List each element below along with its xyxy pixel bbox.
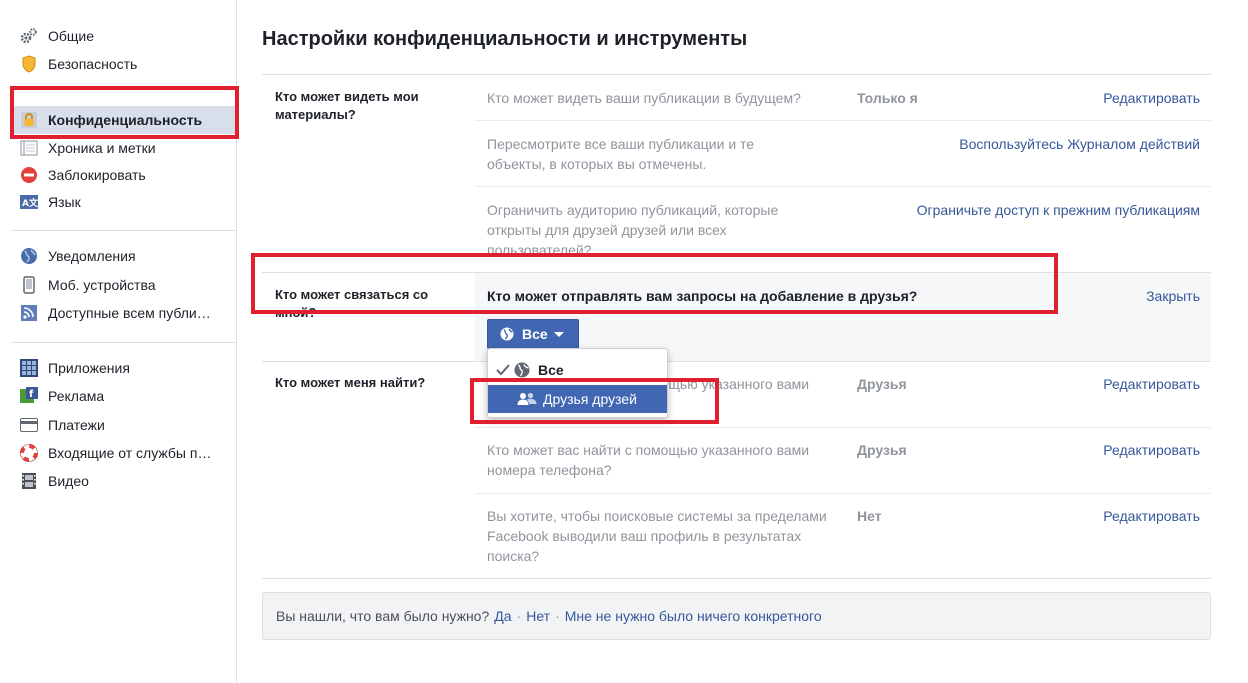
sidebar-item-mobile[interactable]: Моб. устройства (11, 271, 236, 299)
edit-button[interactable]: Редактировать (1103, 508, 1200, 524)
apps-icon (20, 359, 38, 377)
section-divider (262, 74, 1211, 75)
row-value: Только я (857, 90, 918, 106)
gear-icon (20, 27, 38, 45)
row-question: Вы хотите, чтобы поисковые системы за пр… (487, 508, 827, 564)
row-question: Пересмотрите все ваши публикации и те об… (487, 136, 755, 172)
sidebar-item-label: Безопасность (48, 56, 138, 72)
feedback-no-link[interactable]: Нет (526, 608, 550, 624)
row-question: Ограничить аудиторию публикаций, которые… (487, 202, 779, 256)
globe-icon (20, 247, 38, 265)
sidebar-item-label: Общие (48, 28, 95, 44)
row-divider (475, 186, 1211, 187)
ads-icon: f (20, 387, 38, 405)
language-icon: A文 (20, 193, 38, 211)
friends-icon (517, 392, 537, 405)
dropdown-option-friends-of-friends[interactable]: Друзья друзей (488, 385, 667, 413)
block-icon (20, 166, 38, 184)
feedback-bar: Вы нашли, что вам было нужно? Да · Нет ·… (262, 592, 1211, 640)
settings-sidebar: Общие Безопасность Конфиденциальность Хр… (0, 0, 237, 683)
lifebuoy-icon (20, 444, 38, 462)
close-button[interactable]: Закрыть (1146, 288, 1200, 304)
dropdown-option-label: Друзья друзей (543, 391, 637, 407)
section-divider (262, 361, 1211, 362)
sidebar-item-general[interactable]: Общие (11, 22, 236, 50)
timeline-icon (20, 139, 38, 157)
row-value: Друзья (857, 442, 907, 458)
globe-icon (500, 327, 514, 341)
row-divider (475, 427, 1211, 428)
section-label-visibility: Кто может видеть мои материалы? (275, 89, 419, 122)
sidebar-item-video[interactable]: Видео (11, 467, 236, 495)
mobile-icon (20, 276, 38, 294)
sidebar-item-payments[interactable]: Платежи (11, 411, 236, 439)
sidebar-item-block[interactable]: Заблокировать (11, 161, 236, 189)
sidebar-item-label: Конфиденциальность (48, 112, 203, 128)
sidebar-item-label: Доступные всем публи… (48, 305, 211, 321)
row-value: Нет (857, 508, 882, 524)
limit-past-posts-link[interactable]: Ограничьте доступ к прежним публикациям (917, 202, 1200, 218)
check-icon (496, 364, 510, 376)
sidebar-divider (11, 230, 236, 231)
audience-selector-label: Все (522, 326, 548, 342)
sidebar-divider (11, 342, 236, 343)
row-question: Кто может видеть ваши публикации в будущ… (487, 90, 801, 106)
edit-button[interactable]: Редактировать (1103, 376, 1200, 392)
sidebar-item-label: Заблокировать (48, 167, 146, 183)
sidebar-item-label: Приложения (48, 360, 130, 376)
sidebar-item-label: Язык (48, 194, 81, 210)
audience-selector[interactable]: Все (487, 319, 579, 349)
sidebar-item-label: Видео (48, 473, 89, 489)
page-title: Настройки конфиденциальности и инструмен… (262, 28, 748, 50)
section-label-find: Кто может меня найти? (275, 375, 426, 390)
sidebar-item-public-posts[interactable]: Доступные всем публи… (11, 299, 236, 327)
sidebar-item-ads[interactable]: f Реклама (11, 382, 236, 410)
sidebar-item-privacy[interactable]: Конфиденциальность (11, 106, 236, 134)
svg-text:f: f (29, 389, 34, 400)
row-divider (475, 120, 1211, 121)
audience-dropdown: Все Друзья друзей (487, 348, 668, 418)
sidebar-item-label: Платежи (48, 417, 105, 433)
svg-text:A文: A文 (22, 197, 38, 209)
feedback-nothing-link[interactable]: Мне не нужно было ничего конкретного (565, 608, 822, 624)
section-divider (262, 578, 1211, 579)
sidebar-item-label: Уведомления (48, 248, 136, 264)
sidebar-item-language[interactable]: A文 Язык (11, 188, 236, 216)
sidebar-item-support-inbox[interactable]: Входящие от службы п… (11, 439, 236, 467)
row-divider (475, 493, 1211, 494)
sidebar-item-label: Реклама (48, 388, 105, 404)
card-icon (20, 416, 38, 434)
edit-button[interactable]: Редактировать (1103, 90, 1200, 106)
rss-icon (20, 304, 38, 322)
separator-dot: · (516, 608, 522, 624)
sidebar-item-label: Входящие от службы п… (48, 445, 212, 461)
feedback-yes-link[interactable]: Да (494, 608, 511, 624)
section-label-contact: Кто может связаться со мной? (275, 287, 429, 320)
feedback-prompt: Вы нашли, что вам было нужно? (276, 608, 490, 624)
dropdown-option-everyone[interactable]: Все (488, 356, 667, 384)
badge-icon (20, 55, 38, 73)
row-value: Друзья (857, 376, 907, 392)
film-icon (20, 472, 38, 490)
expanded-question: Кто может отправлять вам запросы на доба… (487, 288, 918, 304)
sidebar-item-apps[interactable]: Приложения (11, 354, 236, 382)
sidebar-item-notifications[interactable]: Уведомления (11, 242, 236, 270)
sidebar-item-label: Хроника и метки (48, 140, 156, 156)
dropdown-option-label: Все (538, 362, 564, 378)
edit-button[interactable]: Редактировать (1103, 442, 1200, 458)
lock-icon (20, 111, 38, 129)
sidebar-item-timeline[interactable]: Хроника и метки (11, 134, 236, 162)
separator-dot: · (555, 608, 560, 624)
sidebar-item-label: Моб. устройства (48, 277, 156, 293)
row-question: Кто может вас найти с помощью указанного… (487, 442, 810, 478)
globe-icon (514, 362, 530, 378)
chevron-down-icon (553, 331, 564, 337)
activity-log-link[interactable]: Воспользуйтесь Журналом действий (959, 136, 1200, 152)
sidebar-item-security[interactable]: Безопасность (11, 50, 236, 78)
